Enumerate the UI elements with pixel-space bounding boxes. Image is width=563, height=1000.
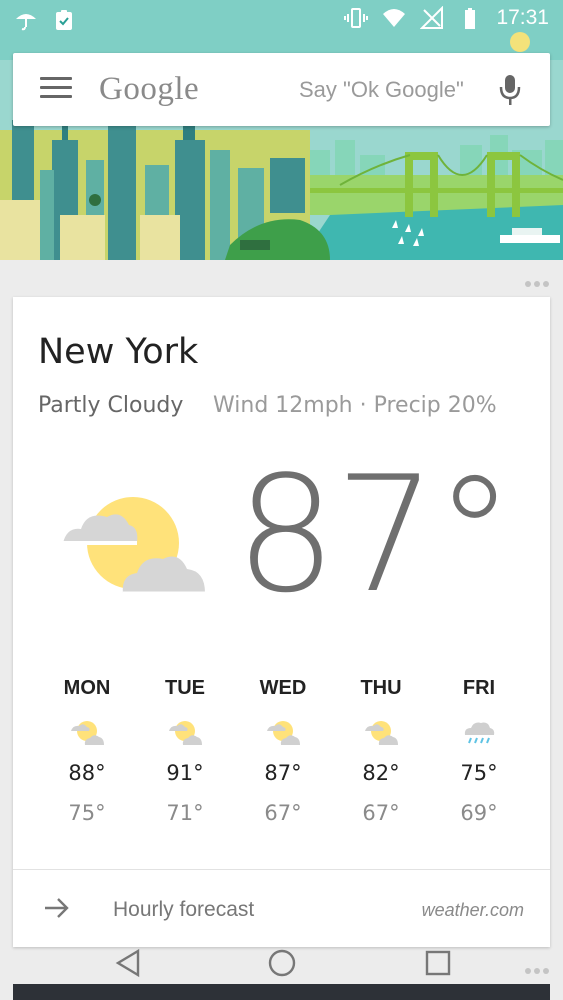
forecast-day: TUE 91° 71° <box>136 677 234 825</box>
search-hint[interactable]: Say "Ok Google" <box>299 77 464 103</box>
five-day-forecast: MON 88° 75° TUE 91° 71° WED 87° 67° THU <box>38 677 528 825</box>
partly-cloudy-icon <box>363 719 399 747</box>
wifi-icon <box>382 6 406 30</box>
forecast-day: FRI 75° 69° <box>430 677 528 825</box>
forecast-low: 67° <box>362 801 400 825</box>
forecast-high: 75° <box>460 761 498 785</box>
google-logo: Google <box>99 71 200 107</box>
city-name: New York <box>38 332 199 372</box>
weather-card[interactable]: New York Partly Cloudy Wind 12mph · Prec… <box>13 297 550 947</box>
back-triangle-icon[interactable] <box>110 946 150 982</box>
battery-icon <box>458 6 482 30</box>
forecast-low: 75° <box>68 801 106 825</box>
weather-condition: Partly Cloudy <box>38 393 184 418</box>
forecast-high: 87° <box>264 761 302 785</box>
weather-source-link[interactable]: weather.com <box>422 900 524 921</box>
weather-details: Wind 12mph · Precip 20% <box>213 393 497 418</box>
forecast-day-name: MON <box>63 677 111 699</box>
status-bar: 17:31 <box>0 0 563 40</box>
forecast-day: MON 88° 75° <box>38 677 136 825</box>
clipboard-check-icon <box>52 8 76 32</box>
forecast-day-name: FRI <box>462 677 496 699</box>
forecast-high: 82° <box>362 761 400 785</box>
microphone-icon[interactable] <box>498 73 522 107</box>
forecast-day-name: TUE <box>165 677 205 699</box>
forecast-day: THU 82° 67° <box>332 677 430 825</box>
forecast-day-name: THU <box>360 677 402 699</box>
home-circle-icon[interactable] <box>262 946 302 982</box>
forecast-low: 69° <box>460 801 498 825</box>
partly-cloudy-icon <box>167 719 203 747</box>
forecast-low: 67° <box>264 801 302 825</box>
current-temperature: 87° <box>235 441 515 628</box>
partly-cloudy-icon <box>69 719 105 747</box>
clock-time: 17:31 <box>496 6 549 29</box>
rain-icon <box>461 719 497 747</box>
hourly-forecast-label[interactable]: Hourly forecast <box>113 898 254 922</box>
google-search-bar[interactable]: Google Say "Ok Google" <box>13 53 550 126</box>
vibrate-icon <box>344 6 369 30</box>
forecast-day-name: WED <box>259 677 307 699</box>
card-overflow-menu-icon[interactable] <box>525 281 549 287</box>
forecast-low: 71° <box>166 801 204 825</box>
partly-cloudy-icon <box>61 497 211 597</box>
next-card-peek <box>13 984 550 1000</box>
hourly-forecast-link[interactable]: Hourly forecast weather.com <box>13 869 550 947</box>
arrow-right-icon <box>43 896 71 920</box>
next-card-overflow-menu-icon[interactable] <box>525 968 549 974</box>
partly-cloudy-icon <box>265 719 301 747</box>
no-signal-icon <box>420 5 444 30</box>
hamburger-menu-icon[interactable] <box>40 77 72 101</box>
recents-square-icon[interactable] <box>418 946 458 982</box>
umbrella-icon <box>14 8 38 32</box>
forecast-day: WED 87° 67° <box>234 677 332 825</box>
forecast-high: 88° <box>68 761 106 785</box>
forecast-high: 91° <box>166 761 204 785</box>
